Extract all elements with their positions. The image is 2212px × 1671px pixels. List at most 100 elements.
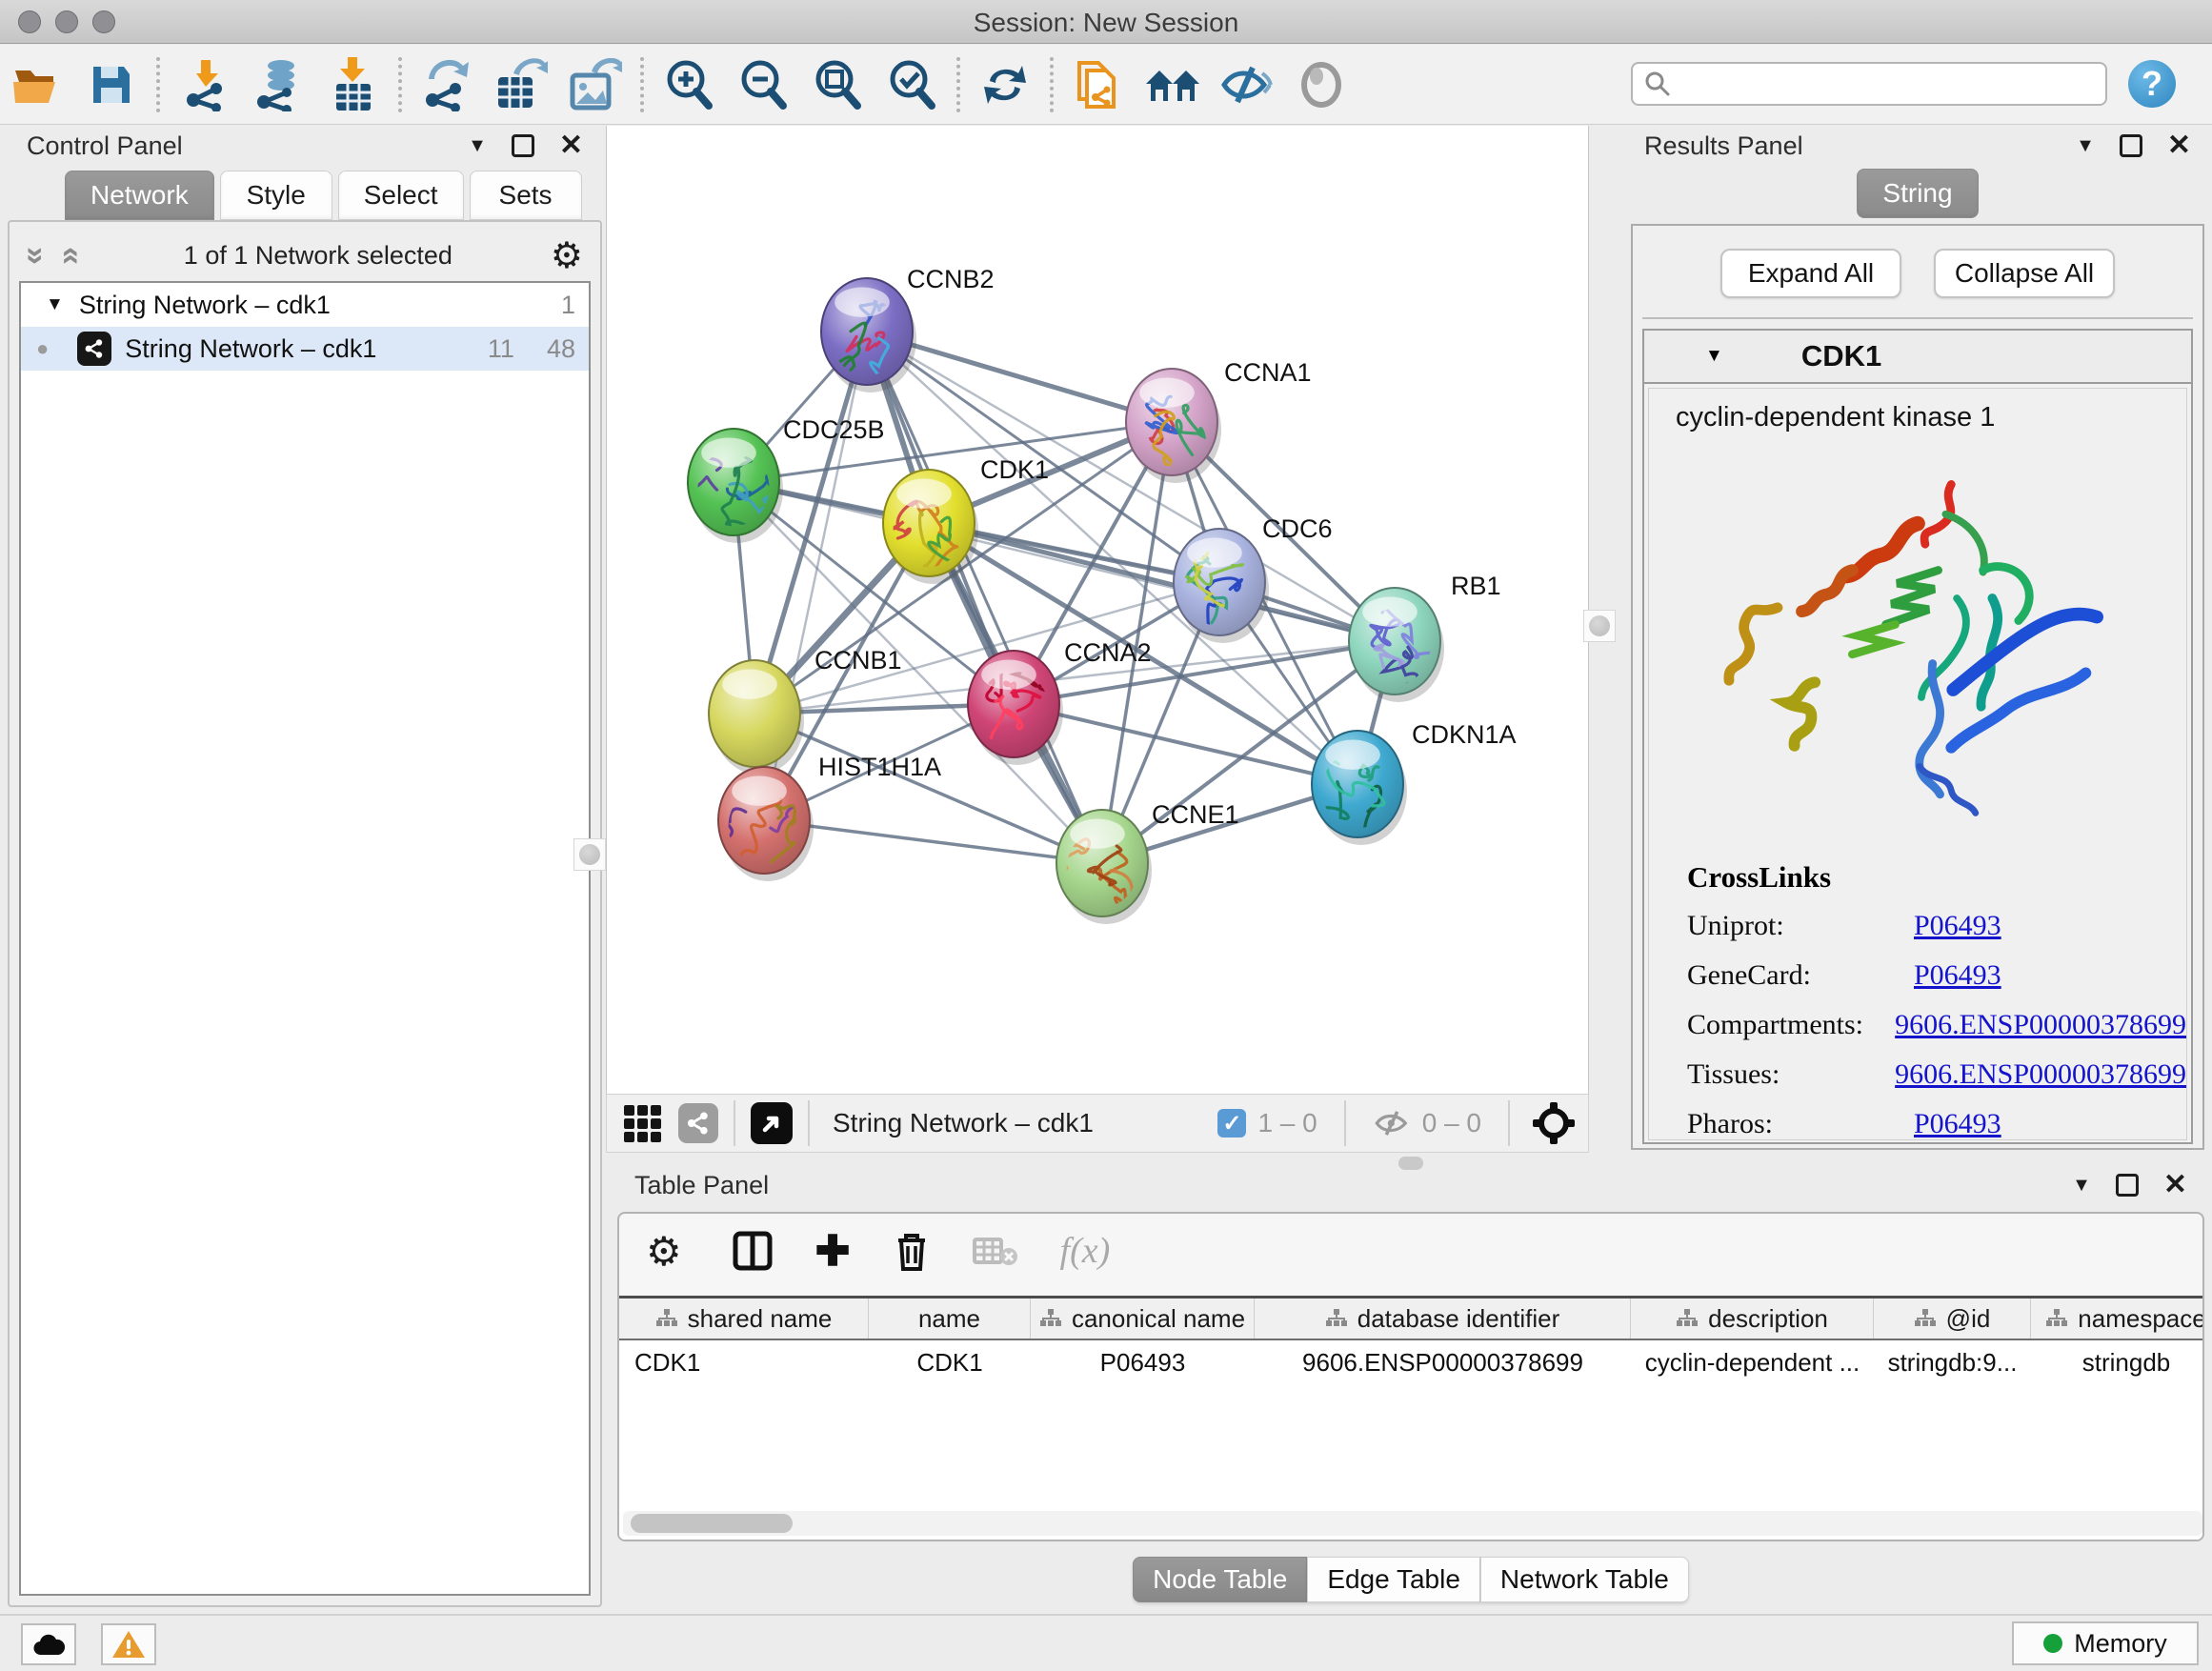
memory-button[interactable]: Memory	[2012, 1621, 2199, 1665]
horizontal-scrollbar[interactable]	[623, 1511, 2202, 1536]
column-header--id[interactable]: @id	[1874, 1299, 2031, 1339]
application-window: Session: New Session	[0, 0, 2212, 1671]
panel-menu-caret-icon[interactable]: ▼	[2076, 135, 2095, 157]
section-expand-caret-icon[interactable]: ▼	[1705, 346, 1723, 367]
collapse-all-networks-icon[interactable]: »	[50, 247, 88, 265]
show-columns-icon[interactable]	[732, 1230, 774, 1272]
collapse-all-button[interactable]: Collapse All	[1934, 249, 2115, 298]
zoom-selected-button[interactable]	[875, 54, 949, 115]
export-network-button[interactable]	[410, 54, 484, 115]
float-panel-icon[interactable]	[2116, 1174, 2139, 1197]
tab-sets[interactable]: Sets	[470, 171, 582, 220]
network-node-ccna2[interactable]: CCNA2	[968, 638, 1152, 765]
zoom-fit-button[interactable]	[800, 54, 875, 115]
right-splitter-handle[interactable]	[1583, 610, 1616, 642]
home-button[interactable]	[1136, 54, 1210, 115]
network-row-selected[interactable]: ● String Network – cdk1 11 48	[21, 327, 589, 371]
clone-network-button[interactable]	[1061, 54, 1136, 115]
panel-menu-caret-icon[interactable]: ▼	[468, 135, 487, 157]
network-node-cdkn1a[interactable]: CDKN1A	[1312, 720, 1517, 852]
column-header-name[interactable]: name	[869, 1299, 1031, 1339]
tab-node-table[interactable]: Node Table	[1133, 1557, 1307, 1602]
gene-section-header[interactable]: ▼ CDK1	[1644, 331, 2191, 384]
create-column-icon[interactable]: ✚	[815, 1227, 851, 1276]
collection-expand-caret-icon[interactable]: ▼	[46, 294, 64, 315]
export-table-button[interactable]	[484, 54, 558, 115]
table-options-gear-icon[interactable]: ⚙	[646, 1228, 682, 1275]
tab-style[interactable]: Style	[220, 171, 332, 220]
toolbar-separator	[1508, 1100, 1510, 1146]
network-node-cdc6[interactable]: CDC6	[1174, 514, 1333, 643]
tab-network-table[interactable]: Network Table	[1480, 1557, 1689, 1602]
import-table-button[interactable]	[316, 54, 391, 115]
table-cell[interactable]: cyclin-dependent ...	[1631, 1340, 1874, 1384]
table-cell[interactable]: stringdb	[2031, 1340, 2204, 1384]
crosslink-link[interactable]: 9606.ENSP00000378699	[1895, 1009, 2186, 1041]
close-panel-icon[interactable]: ✕	[559, 131, 583, 160]
close-panel-icon[interactable]: ✕	[2167, 131, 2191, 160]
tab-string[interactable]: String	[1857, 169, 1978, 218]
toolbar-separator	[156, 57, 160, 112]
birdseye-view-icon[interactable]	[751, 1102, 793, 1144]
network-share-icon	[77, 332, 111, 366]
zoom-out-button[interactable]	[726, 54, 800, 115]
column-header-namespace[interactable]: namespace	[2031, 1299, 2204, 1339]
crosslink-link[interactable]: P06493	[1914, 910, 2001, 942]
table-cell[interactable]: 9606.ENSP00000378699	[1255, 1340, 1631, 1384]
refresh-button[interactable]	[968, 54, 1042, 115]
node-selection-mode-icon[interactable]	[1531, 1100, 1577, 1146]
import-network-database-button[interactable]	[242, 54, 316, 115]
open-session-button[interactable]	[0, 54, 74, 115]
search-field[interactable]	[1631, 62, 2107, 106]
crosslink-link[interactable]: P06493	[1914, 1108, 2001, 1140]
network-options-gear-icon[interactable]: ⚙	[551, 234, 583, 277]
export-image-button[interactable]	[558, 54, 633, 115]
float-panel-icon[interactable]	[512, 134, 534, 157]
cloud-status-button[interactable]	[21, 1623, 76, 1665]
zoom-in-button[interactable]	[652, 54, 726, 115]
delete-column-trash-icon[interactable]	[893, 1229, 931, 1273]
column-header-shared-name[interactable]: shared name	[619, 1299, 869, 1339]
panel-menu-caret-icon[interactable]: ▼	[2072, 1175, 2091, 1197]
crosslink-link[interactable]: 9606.ENSP00000378699	[1895, 1058, 2186, 1091]
network-node-cdc25b[interactable]: CDC25B	[682, 415, 884, 543]
search-input[interactable]	[1671, 66, 2105, 102]
import-network-file-button[interactable]	[168, 54, 242, 115]
tab-network[interactable]: Network	[65, 171, 214, 220]
selected-checkbox-icon[interactable]: ✓	[1217, 1109, 1246, 1137]
column-header-database-identifier[interactable]: database identifier	[1255, 1299, 1631, 1339]
table-cell[interactable]: P06493	[1031, 1340, 1255, 1384]
network-node-ccnb2[interactable]: CCNB2	[821, 265, 995, 397]
warnings-button[interactable]	[101, 1623, 156, 1665]
table-cell[interactable]: CDK1	[869, 1340, 1031, 1384]
tab-select[interactable]: Select	[338, 171, 464, 220]
crosslink-link[interactable]: P06493	[1914, 959, 2001, 992]
close-panel-icon[interactable]: ✕	[2163, 1171, 2187, 1199]
network-graph[interactable]: CCNB2CCNA1CDC25BCDK1CDC6RB1CCNB1CCNA2HIS…	[607, 126, 1590, 1094]
table-cell[interactable]: CDK1	[619, 1340, 869, 1384]
network-node-rb1[interactable]: RB1	[1349, 572, 1501, 702]
expand-all-networks-icon[interactable]: »	[17, 247, 54, 265]
delete-table-icon	[973, 1234, 1018, 1268]
expand-all-button[interactable]: Expand All	[1720, 249, 1901, 298]
help-button[interactable]: ?	[2128, 60, 2176, 108]
save-session-button[interactable]	[74, 54, 149, 115]
tab-edge-table[interactable]: Edge Table	[1307, 1557, 1480, 1602]
network-node-ccna1[interactable]: CCNA1	[1126, 358, 1312, 483]
preview-button[interactable]	[1284, 54, 1358, 115]
hide-unhide-button[interactable]	[1210, 54, 1284, 115]
grid-mode-icon[interactable]	[624, 1105, 661, 1142]
network-node-ccne1[interactable]: CCNE1	[1033, 800, 1238, 924]
network-node-hist1h1a[interactable]: HIST1H1A	[701, 753, 941, 881]
scrollbar-thumb[interactable]	[631, 1514, 793, 1533]
table-cell[interactable]: stringdb:9...	[1874, 1340, 2031, 1384]
float-panel-icon[interactable]	[2120, 134, 2142, 157]
network-view-canvas[interactable]: CCNB2CCNA1CDC25BCDK1CDC6RB1CCNB1CCNA2HIS…	[606, 126, 1589, 1094]
network-collection-row[interactable]: ▼ String Network – cdk1 1	[21, 283, 589, 327]
table-row[interactable]: CDK1CDK1P064939606.ENSP00000378699cyclin…	[619, 1340, 2204, 1384]
crosslinks-block: CrossLinks Uniprot:P06493GeneCard:P06493…	[1649, 860, 2186, 1140]
left-splitter-handle[interactable]	[573, 838, 606, 871]
network-view-share-icon[interactable]	[678, 1103, 718, 1143]
column-header-description[interactable]: description	[1631, 1299, 1874, 1339]
column-header-canonical-name[interactable]: canonical name	[1031, 1299, 1255, 1339]
